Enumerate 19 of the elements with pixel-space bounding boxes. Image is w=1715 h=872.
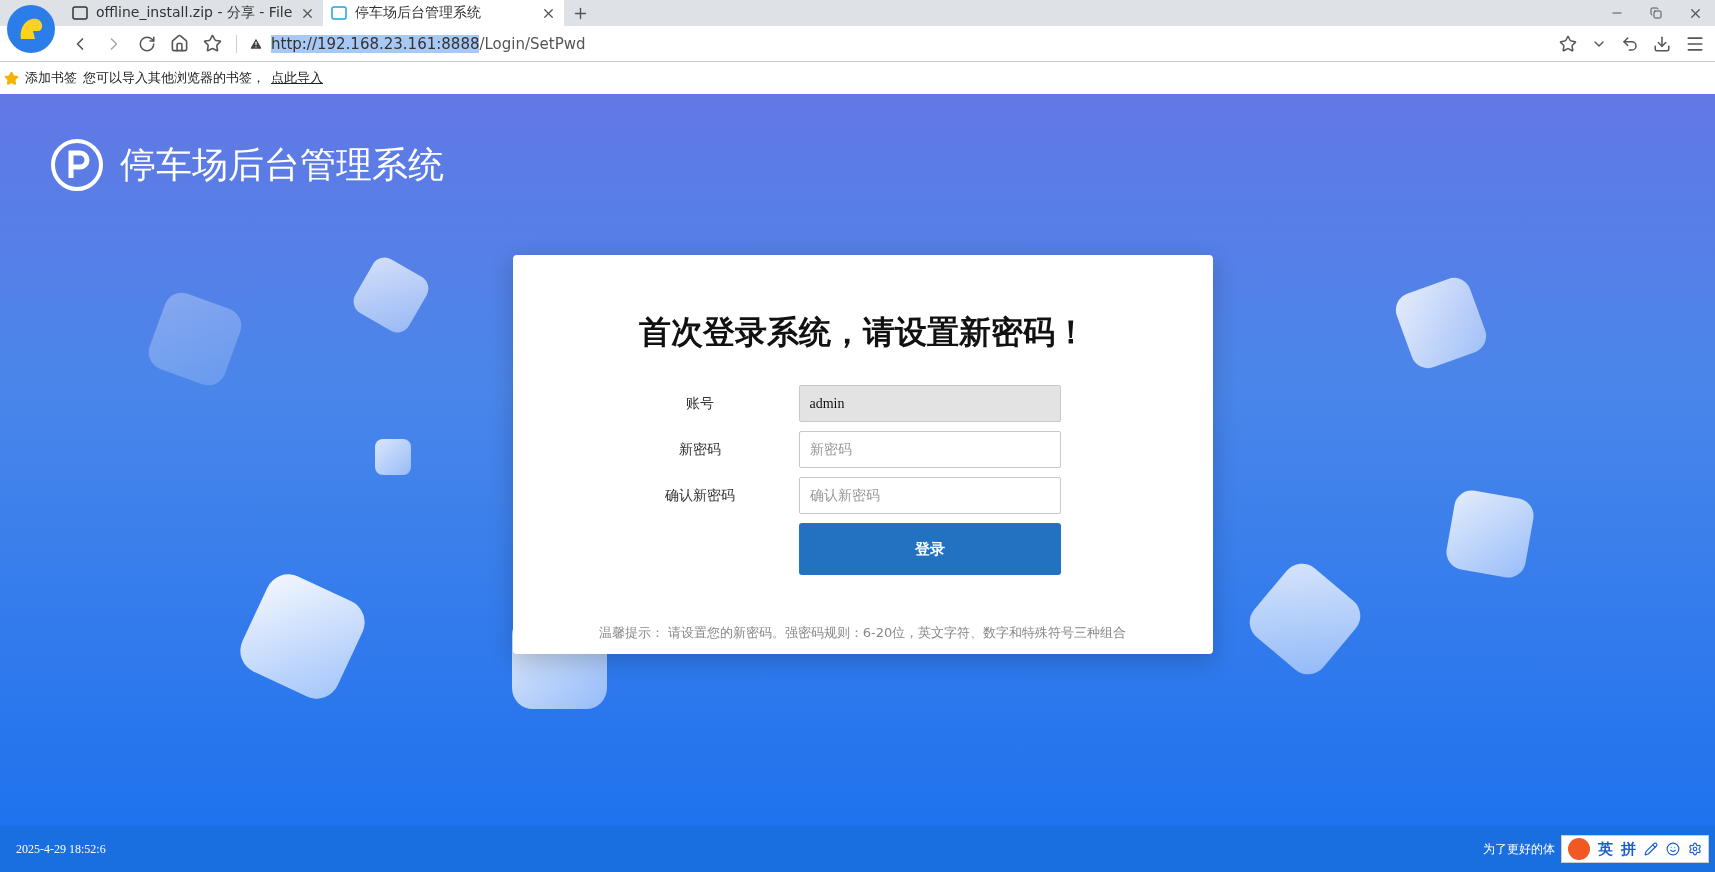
footer-notice: 为了更好的体 (1483, 840, 1555, 858)
url-path[interactable]: /Login/SetPwd (479, 34, 586, 53)
import-hint: 您可以导入其他浏览器的书签， (83, 69, 265, 87)
url-host[interactable]: http://192.168.23.161:8888 (271, 34, 480, 53)
input-field[interactable]: 确认新密码 (798, 477, 1061, 514)
ime-mode[interactable]: 英 (1598, 839, 1613, 859)
system-title: 停车场后台管理系统 (120, 142, 444, 187)
field-label: 确认新密码 (663, 486, 736, 505)
timestamp: 2025-4-29 18:52:6 (16, 841, 106, 857)
add-bookmark-label[interactable]: 添加书签 (25, 69, 77, 87)
browser-tab[interactable]: 停车场后台管理系统 (323, 0, 565, 26)
login-button[interactable]: 登录 (798, 523, 1061, 575)
password-tip: 温馨提示： 请设置您的新密码。强密码规则：6-20位，英文字符、数字和特殊符号三种组合 (598, 624, 1127, 642)
import-link[interactable]: 点此导入 (271, 69, 323, 87)
input-field[interactable]: 新密码 (798, 431, 1061, 468)
card-heading: 首次登录系统，请设置新密码！ (638, 312, 1087, 353)
ime-input[interactable]: 拼 (1621, 839, 1636, 859)
field-label: 账号 (684, 394, 715, 413)
field-label: 新密码 (677, 440, 722, 459)
